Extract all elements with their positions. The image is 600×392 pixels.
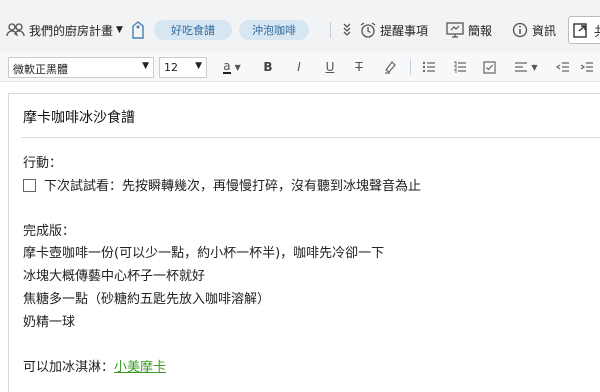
recipe-step: 冰塊大概傳藝中心杯子一杯就好 [23, 269, 206, 284]
chevron-down-icon: ▼ [234, 62, 241, 72]
info-button[interactable]: 資訊 [512, 18, 556, 42]
title-divider [21, 137, 600, 138]
numbered-list-icon [454, 61, 466, 73]
notebook-name: 我們的廚房計畫 [29, 23, 114, 38]
tag-icon[interactable] [131, 21, 145, 39]
action-heading: 行動： [23, 156, 63, 171]
bulleted-list-icon [422, 61, 435, 73]
chevron-down-icon: ▼ [195, 61, 202, 71]
chevron-down-icon: ▼ [531, 62, 538, 72]
formatting-toolbar: 微軟正黑體 ▼ 12 ▼ a ▼ B I U T ▼ [0, 52, 600, 82]
font-size-select[interactable]: 12 ▼ [159, 57, 207, 78]
presentation-icon [446, 22, 464, 38]
todo-checkbox[interactable] [23, 179, 36, 192]
note-link[interactable]: 小美摩卡 [114, 360, 166, 375]
italic-button[interactable]: I [290, 58, 308, 76]
highlighter-icon [385, 61, 396, 74]
tag-chip[interactable]: 好吃食譜 [154, 20, 232, 40]
finished-heading: 完成版： [23, 224, 76, 239]
notebook-selector[interactable]: 我們的廚房計畫 ▼ [6, 18, 123, 42]
note-title[interactable]: 摩卡咖啡冰沙食譜 [23, 107, 135, 127]
chevron-down-icon: ▼ [142, 61, 149, 71]
note-editor[interactable]: 摩卡咖啡冰沙食譜 行動： 下次試試看：先按瞬轉幾次，再慢慢打碎，沒有聽到冰塊聲音… [8, 93, 600, 392]
todo-item: 下次試試看：先按瞬轉幾次，再慢慢打碎，沒有聽到冰塊聲音為止 [23, 175, 421, 194]
numbered-list-button[interactable] [451, 58, 469, 76]
top-toolbar: 我們的廚房計畫 ▼ 好吃食譜 沖泡咖啡 提醒事項 簡報 資訊 [0, 0, 600, 52]
chevron-down-icon: ▼ [116, 25, 123, 35]
extra-note: 可以加冰淇淋：小美摩卡 [23, 356, 166, 375]
recipe-step: 奶精一球 [23, 315, 76, 330]
highlight-button[interactable] [381, 58, 399, 76]
strikethrough-button[interactable]: T [350, 58, 368, 76]
bulleted-list-button[interactable] [420, 58, 438, 76]
share-label: 共 [594, 21, 600, 40]
more-options-button[interactable] [343, 18, 355, 42]
share-button[interactable]: 共 [568, 16, 600, 44]
checkbox-button[interactable] [480, 58, 498, 76]
presentation-button[interactable]: 簡報 [446, 18, 492, 42]
todo-text: 下次試試看：先按瞬轉幾次，再慢慢打碎，沒有聽到冰塊聲音為止 [44, 179, 422, 194]
italic-icon: I [297, 60, 301, 74]
text-color-button[interactable]: a ▼ [218, 58, 246, 76]
outdent-icon [556, 62, 569, 72]
underline-button[interactable]: U [321, 58, 339, 76]
indent-button[interactable] [578, 58, 596, 76]
indent-icon [580, 62, 593, 72]
font-family-select[interactable]: 微軟正黑體 ▼ [8, 57, 154, 78]
outdent-button[interactable] [554, 58, 572, 76]
text-color-icon: a [223, 59, 231, 74]
font-family-value: 微軟正黑體 [13, 63, 68, 76]
info-icon [512, 22, 528, 38]
bold-icon: B [263, 60, 273, 74]
align-button[interactable]: ▼ [511, 58, 541, 76]
alarm-clock-icon [360, 22, 376, 38]
underline-icon: U [325, 60, 335, 74]
font-size-value: 12 [164, 61, 178, 74]
info-label: 資訊 [532, 23, 557, 38]
strikethrough-icon: T [355, 60, 363, 74]
toolbar-divider [330, 22, 331, 38]
reminder-button[interactable]: 提醒事項 [360, 18, 428, 42]
reminder-label: 提醒事項 [380, 23, 429, 38]
recipe-step: 摩卡壺咖啡一份(可以少一點，約小杯一杯半)，咖啡先冷卻一下 [23, 246, 385, 261]
share-icon [573, 23, 587, 38]
extra-prefix: 可以加冰淇淋： [23, 360, 115, 375]
recipe-step: 焦糖多一點（砂糖約五匙先放入咖啡溶解） [23, 292, 271, 307]
shared-notebook-icon [6, 23, 25, 37]
toolbar-divider [410, 59, 411, 75]
checkbox-icon [482, 60, 496, 74]
bold-button[interactable]: B [259, 58, 277, 76]
align-left-icon [515, 62, 528, 72]
tag-chip[interactable]: 沖泡咖啡 [239, 20, 309, 40]
presentation-label: 簡報 [468, 23, 493, 38]
drag-handle-icon [343, 23, 351, 36]
